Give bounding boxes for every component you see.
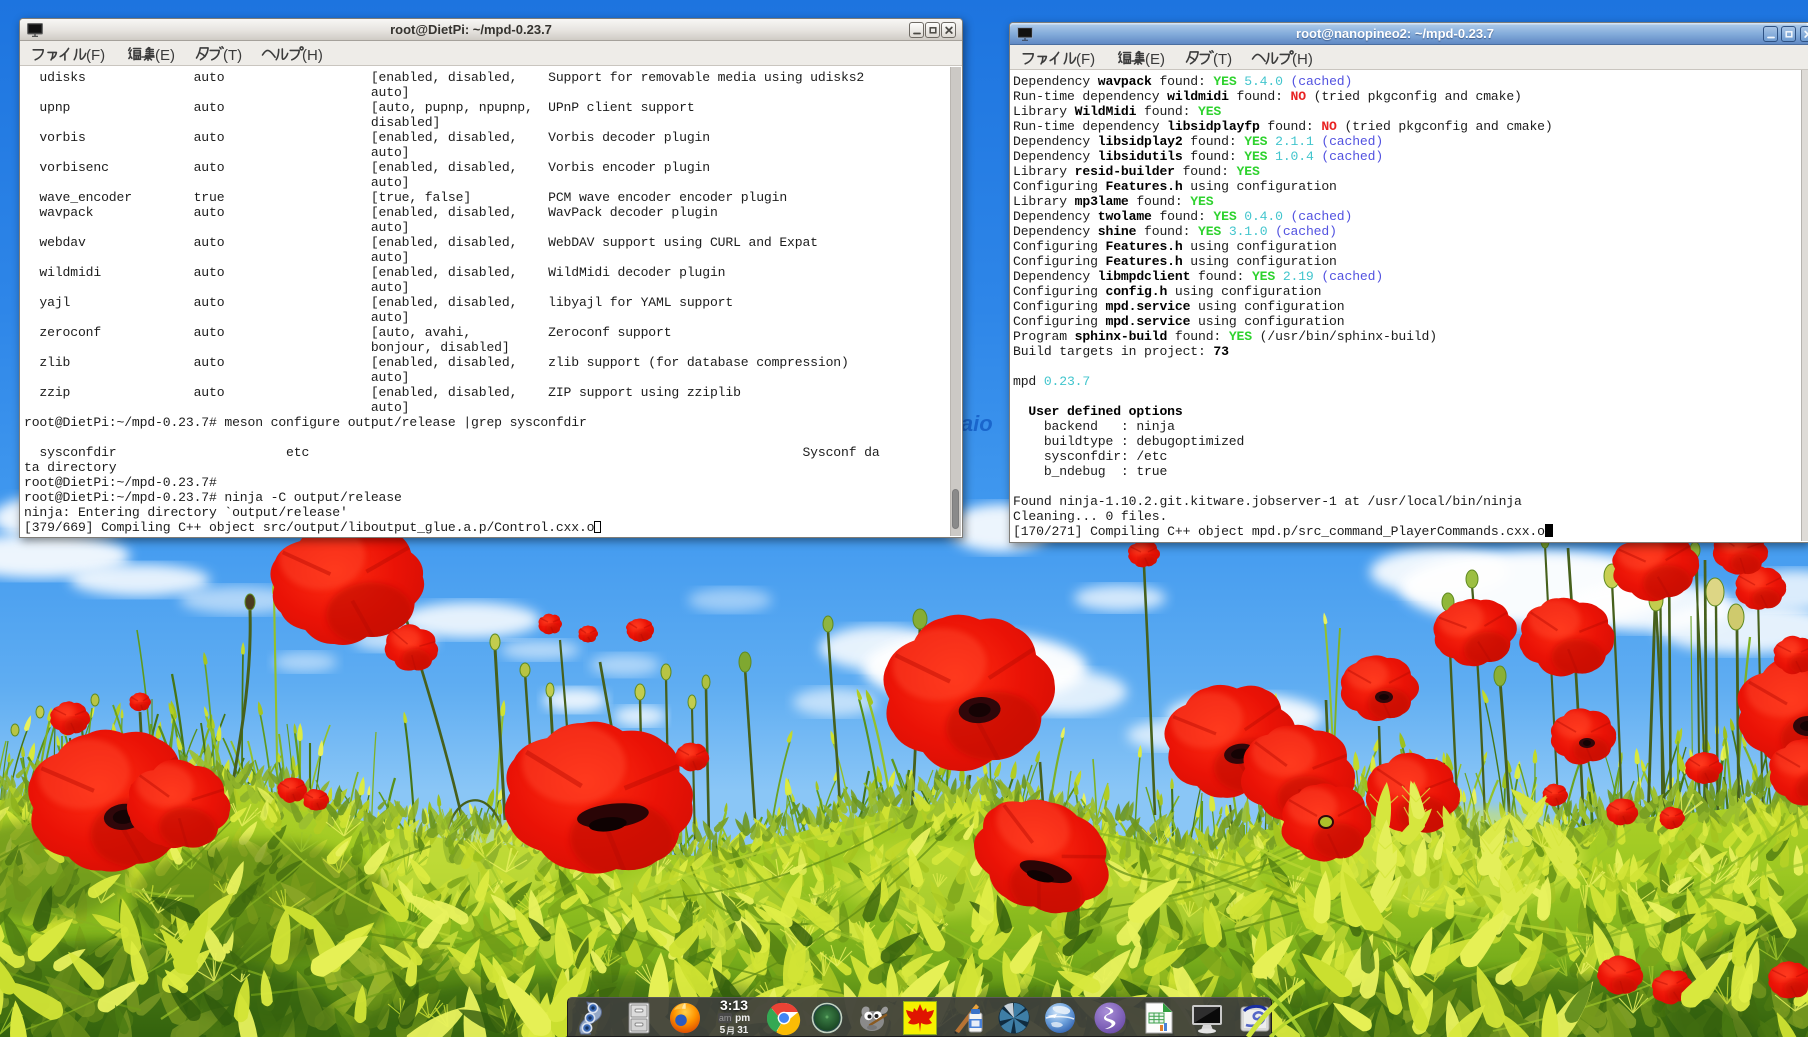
svg-text:(H): (H) xyxy=(1292,51,1313,68)
svg-text:(E): (E) xyxy=(155,47,175,64)
svg-text:(T): (T) xyxy=(1213,51,1232,68)
svg-text:(T): (T) xyxy=(223,47,242,64)
svg-text:(F): (F) xyxy=(1076,51,1095,68)
svg-text:(E): (E) xyxy=(1145,51,1165,68)
svg-text:(F): (F) xyxy=(86,47,105,64)
svg-text:(H): (H) xyxy=(302,47,323,64)
